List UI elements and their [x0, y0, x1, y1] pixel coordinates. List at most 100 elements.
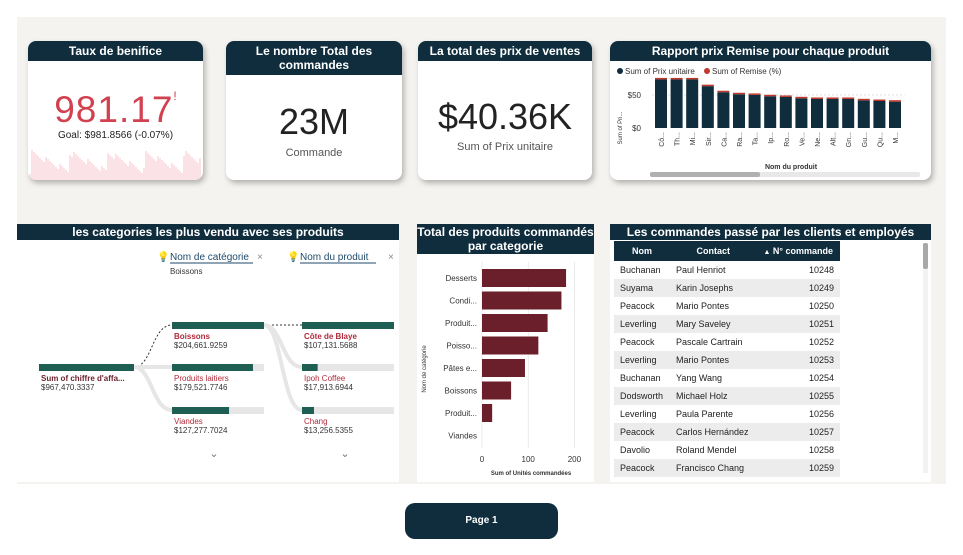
bar-remise[interactable] — [873, 99, 886, 102]
bar-prix-unitaire[interactable] — [811, 98, 823, 128]
bar-remise[interactable] — [655, 77, 667, 80]
x-tick-label: Ca... — [721, 132, 728, 147]
bar-remise[interactable] — [857, 98, 870, 101]
cell-contact: Yang Wang — [676, 373, 723, 383]
cell-nom: Leverling — [614, 315, 670, 333]
bar-remise[interactable] — [670, 77, 683, 80]
table-row[interactable]: Buchanan Yang Wang 10254 — [614, 369, 840, 387]
bar-remise[interactable] — [889, 100, 901, 102]
node-value: $179,521.7746 — [174, 383, 228, 392]
cell-order-number: 10249 — [756, 279, 840, 297]
bar-prix-unitaire[interactable] — [670, 79, 683, 128]
filter-header-category[interactable]: Nom de catégorie — [170, 252, 249, 263]
bar-prix-unitaire[interactable] — [842, 98, 855, 128]
root-node-bar[interactable] — [39, 364, 134, 371]
bar[interactable] — [482, 359, 525, 377]
close-icon[interactable]: × — [257, 252, 263, 263]
x-tick-label: Th... — [675, 132, 682, 146]
x-tick-label: Ra... — [737, 132, 744, 147]
bar-remise[interactable] — [779, 95, 792, 97]
bar-remise[interactable] — [826, 97, 839, 99]
bar-prix-unitaire[interactable] — [889, 101, 901, 128]
node-label: Viandes — [174, 417, 203, 426]
table-row[interactable]: Leverling Mary Saveley 10251 — [614, 315, 840, 333]
bar-prix-unitaire[interactable] — [779, 96, 792, 128]
bar-remise[interactable] — [748, 93, 761, 95]
bar-remise[interactable] — [795, 96, 808, 99]
node-bar[interactable] — [302, 364, 318, 371]
bar-remise[interactable] — [733, 92, 745, 95]
cell-order-number: 10248 — [808, 265, 834, 275]
orders-table-panel[interactable]: Les commandes passé par les clients et e… — [610, 224, 931, 482]
page-tab-button[interactable]: Page 1 — [405, 503, 558, 539]
price-discount-chart-card[interactable]: Rapport prix Remise pour chaque produit … — [610, 41, 931, 180]
table-row[interactable]: Leverling Mario Pontes 10253 — [614, 351, 840, 369]
bar-prix-unitaire[interactable] — [857, 100, 870, 128]
bar-prix-unitaire[interactable] — [795, 98, 808, 128]
bar-prix-unitaire[interactable] — [686, 79, 699, 128]
x-axis-title: Nom du produit — [765, 164, 818, 171]
node-value: $13,256.5355 — [304, 426, 353, 435]
table-row[interactable]: Peacock Pascale Cartrain 10252 — [614, 333, 840, 351]
bar-prix-unitaire[interactable] — [655, 79, 667, 128]
chevron-down-icon[interactable]: ⌄ — [209, 448, 218, 460]
bar-prix-unitaire[interactable] — [717, 92, 730, 128]
bar-remise[interactable] — [811, 97, 823, 99]
table-row[interactable]: Suyama Karin Josephs 10249 — [614, 279, 840, 297]
table-row[interactable]: Peacock Mario Pontes 10250 — [614, 297, 840, 315]
node-bar[interactable] — [172, 322, 264, 329]
cell-order-number: 10256 — [808, 409, 834, 419]
bar-prix-unitaire[interactable] — [733, 94, 745, 128]
bar-remise[interactable] — [686, 77, 699, 80]
bar-remise[interactable] — [842, 97, 855, 99]
bar[interactable] — [482, 291, 562, 310]
column-header-order-number[interactable]: ▲ N° commande — [757, 241, 840, 261]
y-tick-label: $0 — [632, 124, 641, 133]
bar[interactable] — [482, 404, 493, 422]
node-bar-track — [302, 407, 394, 414]
bar[interactable] — [482, 381, 512, 400]
bar-prix-unitaire[interactable] — [701, 86, 714, 128]
bar[interactable] — [482, 336, 539, 355]
column-header-contact[interactable]: Contact — [670, 241, 757, 261]
table-row[interactable]: Dodsworth Michael Holz 10255 — [614, 387, 840, 405]
cell-nom: Dodsworth — [614, 387, 670, 405]
node-bar[interactable] — [172, 364, 253, 371]
bar[interactable] — [482, 269, 567, 287]
kpi-card-total-orders[interactable]: Le nombre Total des commandes 23M Comman… — [226, 41, 402, 180]
table-row[interactable]: Davolio Roland Mendel 10258 — [614, 441, 840, 459]
kpi-title: Taux de benifice — [28, 41, 203, 61]
cell-contact: Mario Pontes — [676, 301, 730, 311]
kpi-card-total-sales-price[interactable]: La total des prix de ventes $40.36K Sum … — [418, 41, 592, 180]
y-tick-label: Poisso... — [446, 342, 477, 351]
kpi-card-profit-rate[interactable]: Taux de benifice 981.17! Goal: $981.8566… — [28, 41, 203, 180]
cell-contact: Pascale Cartrain — [676, 337, 743, 347]
chevron-down-icon[interactable]: ⌄ — [340, 448, 349, 460]
close-icon[interactable]: × — [388, 252, 394, 263]
decomposition-tree-panel[interactable]: les categories les plus vendu avec ses p… — [17, 224, 399, 482]
table-row[interactable]: Buchanan Paul Henriot 10248 — [614, 261, 840, 279]
category-units-chart-panel[interactable]: Total des produits commandés par categor… — [417, 224, 594, 482]
column-header-nom[interactable]: Nom — [614, 241, 670, 261]
table-row[interactable]: Peacock Carlos Hernández 10257 — [614, 423, 840, 441]
bar-prix-unitaire[interactable] — [873, 101, 886, 128]
bar-remise[interactable] — [717, 90, 730, 93]
bar[interactable] — [482, 314, 548, 332]
node-bar[interactable] — [302, 322, 394, 329]
bar-remise[interactable] — [701, 84, 714, 87]
x-tick-label: 200 — [568, 455, 582, 464]
bar-remise[interactable] — [764, 94, 777, 97]
node-bar[interactable] — [302, 407, 314, 414]
table-row[interactable]: Peacock Francisco Chang 10259 — [614, 459, 840, 477]
bar-prix-unitaire[interactable] — [748, 94, 761, 128]
filter-header-product[interactable]: Nom du produit — [300, 252, 369, 263]
bar-prix-unitaire[interactable] — [826, 98, 839, 128]
y-tick-label: Desserts — [445, 274, 477, 283]
table-row[interactable]: Leverling Paula Parente 10256 — [614, 405, 840, 423]
cell-contact: Paul Henriot — [676, 265, 726, 275]
bar-prix-unitaire[interactable] — [764, 96, 777, 128]
cell-order-number: 10259 — [756, 459, 840, 477]
scrollbar-thumb[interactable] — [650, 172, 760, 177]
scrollbar-thumb[interactable] — [923, 243, 928, 269]
node-bar[interactable] — [172, 407, 230, 414]
